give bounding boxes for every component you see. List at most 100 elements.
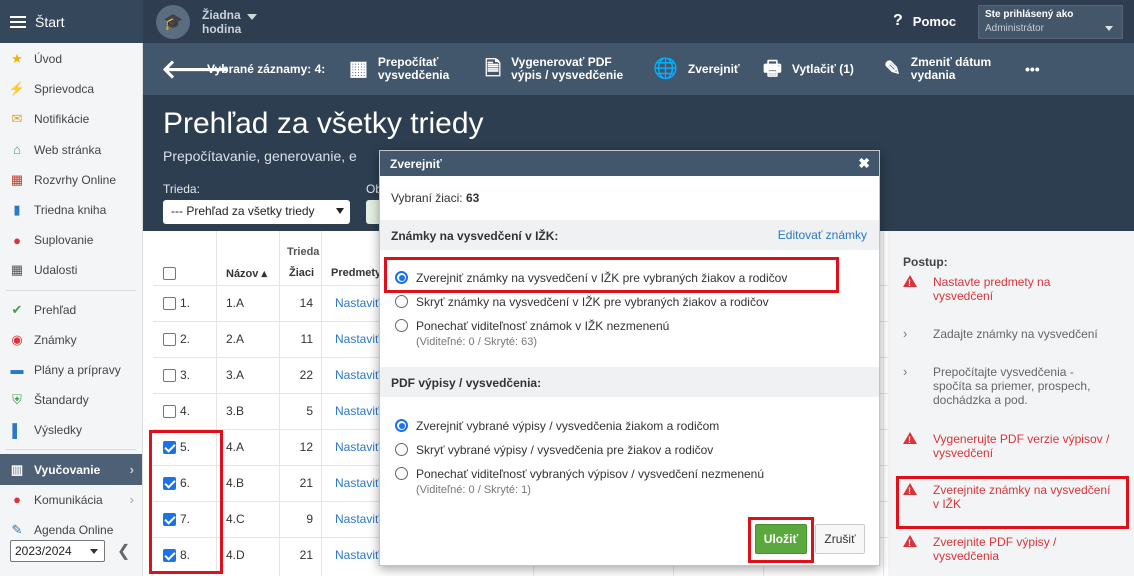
radio-label: Zverejniť vybrané výpisy / vysvedčenia ž…	[416, 419, 720, 433]
sidebar-item-notifikácie[interactable]: ✉ Notifikácie	[0, 104, 142, 134]
class-name: 4.C	[226, 512, 245, 526]
warning-icon	[903, 483, 917, 498]
set-subjects-link[interactable]: Nastaviť	[335, 368, 380, 382]
row-checkbox[interactable]	[163, 297, 176, 310]
sidebar-item-label: Komunikácia	[34, 492, 103, 507]
sidebar-item-vyučovanie[interactable]: ▥ Vyučovanie ›	[0, 454, 142, 485]
row-checkbox[interactable]	[163, 513, 176, 526]
row-checkbox[interactable]	[163, 333, 176, 346]
sidebar-item-sprievodca[interactable]: ⚡ Sprievodca	[0, 74, 142, 104]
col-subjects-header[interactable]: Predmety	[331, 267, 381, 279]
school-year-select[interactable]: 2023/2024	[10, 540, 105, 562]
step-text: Prepočítajte vysvedčenia - spočíta sa pr…	[933, 365, 1091, 407]
set-subjects-link[interactable]: Nastaviť	[335, 296, 380, 310]
sidebar-item-label: Udalosti	[34, 263, 78, 278]
change-date-button[interactable]: ✎ Zmeniť dátum vydania	[884, 43, 991, 95]
more-options-icon[interactable]: •••	[1025, 43, 1040, 95]
grades-visibility-option[interactable]: Zverejniť známky na vysvedčení v IŽK pre…	[395, 271, 787, 285]
pdf-visibility-option[interactable]: Zverejniť vybrané výpisy / vysvedčenia ž…	[395, 419, 719, 433]
sidebar-item-komunikácia[interactable]: ● Komunikácia ›	[0, 485, 142, 515]
col-name-header[interactable]: Názov ▴	[226, 267, 267, 280]
step-item[interactable]: Zverejnite PDF výpisy / vysvedčenia	[903, 535, 1113, 563]
class-filter-select[interactable]: --- Prehľad za všetky triedy	[163, 200, 350, 224]
sidebar-item-prehľad[interactable]: ✔ Prehľad	[0, 295, 142, 325]
row-checkbox[interactable]	[163, 405, 176, 418]
pdf-file-icon: 🗎	[485, 57, 502, 80]
class-name: 4.A	[226, 440, 245, 454]
user-menu[interactable]: Ste prihlásený ako Administrátor	[978, 5, 1123, 39]
sidebar-item-triedna-kniha[interactable]: ▮ Triedna kniha	[0, 195, 142, 225]
select-all-checkbox[interactable]	[163, 267, 176, 280]
step-item[interactable]: Nastavte predmety na vysvedčení	[903, 275, 1113, 303]
calculator-icon: ▦	[349, 57, 368, 80]
edit-grades-link[interactable]: Editovať známky	[778, 228, 867, 242]
radio-button[interactable]	[395, 295, 408, 308]
sidebar-item-web-stránka[interactable]: ⌂ Web stránka	[0, 135, 142, 165]
menu-toggle[interactable]: Štart	[0, 0, 143, 43]
row-number: 1.	[180, 296, 191, 310]
radio-label: Ponechať viditeľnosť vybraných výpisov /…	[416, 467, 765, 481]
row-checkbox[interactable]	[163, 549, 176, 562]
sidebar-item-štandardy[interactable]: ⛨ Štandardy	[0, 385, 142, 415]
set-subjects-link[interactable]: Nastaviť	[335, 332, 380, 346]
row-number: 5.	[180, 440, 191, 454]
publish-dialog: Zverejniť ✖ Vybraní žiaci: 63 Známky na …	[379, 150, 880, 566]
sidebar-item-úvod[interactable]: ★ Úvod	[0, 44, 142, 74]
set-subjects-link[interactable]: Nastaviť	[335, 548, 380, 562]
globe-icon: 🌐	[653, 57, 678, 80]
lesson-selector[interactable]: 🎓 Žiadna hodina	[156, 5, 258, 39]
save-button[interactable]: Uložiť	[755, 524, 807, 554]
row-number: 2.	[180, 332, 191, 346]
chevron-down-icon	[90, 549, 98, 554]
grades-visibility-option[interactable]: Ponechať viditeľnosť známok v IŽK nezmen…	[395, 319, 669, 348]
set-subjects-link[interactable]: Nastaviť	[335, 476, 380, 490]
sidebar-item-rozvrhy-online[interactable]: ▦ Rozvrhy Online	[0, 165, 142, 195]
pdf-visibility-option[interactable]: Skryť vybrané výpisy / vysvedčenia pre ž…	[395, 443, 713, 457]
selected-students-label: Vybraní žiaci:	[391, 191, 463, 205]
pdf-line2: výpis / vysvedčenie	[511, 68, 624, 82]
generate-pdf-button[interactable]: 🗎 Vygenerovať PDF výpis / vysvedčenie	[485, 43, 623, 95]
radio-button[interactable]	[395, 467, 408, 480]
sidebar-item-label: Vyučovanie	[34, 462, 101, 477]
chevron-right-icon: ›	[903, 364, 908, 379]
cancel-button[interactable]: Zrušiť	[815, 524, 865, 554]
step-item[interactable]: Zverejnite známky na vysvedčení v IŽK	[903, 483, 1113, 511]
group-header: Trieda	[287, 246, 320, 258]
radio-button[interactable]	[395, 319, 408, 332]
radio-label: Ponechať viditeľnosť známok v IŽK nezmen…	[416, 319, 670, 333]
radio-button[interactable]	[395, 271, 408, 284]
close-icon[interactable]: ✖	[858, 155, 870, 172]
help-button[interactable]: ? Pomoc	[893, 12, 956, 30]
sidebar-item-plány-a-prípravy[interactable]: ▬ Plány a prípravy	[0, 355, 142, 385]
set-subjects-link[interactable]: Nastaviť	[335, 404, 380, 418]
radio-button[interactable]	[395, 419, 408, 432]
pdf-line1: Vygenerovať PDF	[511, 55, 612, 69]
sidebar-item-udalosti[interactable]: ▦ Udalosti	[0, 255, 142, 285]
sidebar-item-label: Web stránka	[34, 142, 102, 157]
step-text: Zadajte známky na vysvedčení	[933, 327, 1098, 341]
menu-label: Štart	[35, 13, 65, 30]
sidebar-item-známky[interactable]: ◉ Známky	[0, 325, 142, 355]
pdf-visibility-option[interactable]: Ponechať viditeľnosť vybraných výpisov /…	[395, 467, 764, 496]
class-filter-value: --- Prehľad za všetky triedy	[171, 204, 315, 218]
sidebar-item-výsledky[interactable]: ▌ Výsledky	[0, 415, 142, 445]
row-checkbox[interactable]	[163, 441, 176, 454]
radio-button[interactable]	[395, 443, 408, 456]
publish-button[interactable]: 🌐 Zverejniť	[653, 43, 740, 95]
row-checkbox[interactable]	[163, 369, 176, 382]
col-students-header[interactable]: Žiaci	[289, 267, 314, 279]
step-item[interactable]: Vygenerujte PDF verzie výpisov / vysvedč…	[903, 432, 1113, 460]
set-subjects-link[interactable]: Nastaviť	[335, 440, 380, 454]
grades-visibility-option[interactable]: Skryť známky na vysvedčení v IŽK pre vyb…	[395, 295, 769, 309]
sidebar-item-label: Výsledky	[34, 423, 83, 438]
row-checkbox[interactable]	[163, 477, 176, 490]
sidebar-item-suplovanie[interactable]: ● Suplovanie	[0, 225, 142, 255]
star-icon: ★	[11, 51, 23, 67]
set-subjects-link[interactable]: Nastaviť	[335, 512, 380, 526]
print-button[interactable]: 🖶 Vytlačiť (1)	[763, 43, 854, 95]
recalculate-button[interactable]: ▦ Prepočítať vysvedčenia	[349, 43, 449, 95]
collapse-sidebar-icon[interactable]: ❮	[117, 541, 130, 561]
radio-label: Skryť známky na vysvedčení v IŽK pre vyb…	[416, 295, 769, 309]
lesson-line1: Žiadna	[202, 8, 241, 22]
visibility-counts: (Viditeľné: 0 / Skryté: 1)	[416, 484, 531, 496]
